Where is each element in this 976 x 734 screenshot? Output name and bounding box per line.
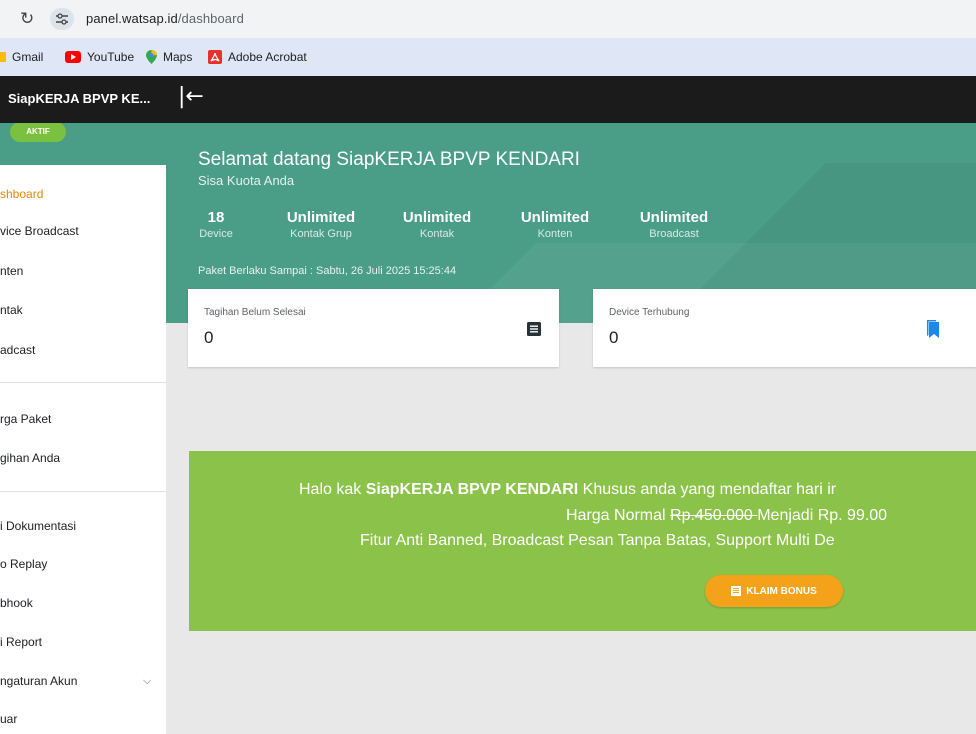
promo-text: Halo kak <box>299 481 366 498</box>
quota-label: Sisa Kuota Anda <box>198 173 295 188</box>
card-title: Device Terhubung <box>609 307 690 318</box>
sidebar-item-device-broadcast[interactable]: vice Broadcast <box>0 221 79 241</box>
bookmark-gmail[interactable]: Gmail <box>0 38 43 76</box>
sidebar-item-tagihan[interactable]: gihan Anda <box>0 448 60 468</box>
claim-bonus-label: KLAIM BONUS <box>746 585 817 597</box>
sidebar-item-report[interactable]: i Report <box>0 632 42 652</box>
promo-line-3: Fitur Anti Banned, Broadcast Pesan Tanpa… <box>360 532 835 549</box>
bookmark-adobe-acrobat[interactable]: Adobe Acrobat <box>208 38 307 76</box>
promo-banner: Halo kak SiapKERJA BPVP KENDARI Khusus a… <box>189 451 976 631</box>
app-topbar: SiapKERJA BPVP KE... |← <box>0 76 976 123</box>
maps-icon <box>146 50 157 64</box>
card-value: 0 <box>204 328 214 347</box>
gmail-icon <box>0 52 6 62</box>
bookmark-label: YouTube <box>87 50 135 64</box>
sidebar: AKTIF shboard vice Broadcast nten ntak a… <box>0 123 166 734</box>
site-info-icon[interactable] <box>50 8 74 30</box>
bookmarks-bar: Gmail YouTube Maps Adobe Acrobat <box>0 38 976 76</box>
stat-label: Konten <box>537 228 573 240</box>
stat-broadcast: Unlimited Broadcast <box>632 209 716 240</box>
youtube-icon <box>65 51 81 63</box>
stat-value: Unlimited <box>402 209 472 226</box>
list-icon <box>731 586 742 596</box>
sidebar-divider <box>0 382 166 383</box>
stat-label: Broadcast <box>649 228 699 240</box>
card-tagihan: Tagihan Belum Selesai 0 <box>188 289 559 367</box>
sidebar-item-webhook[interactable]: bhook <box>0 593 33 613</box>
sidebar-item-kontak[interactable]: ntak <box>0 300 23 320</box>
sidebar-item-konten[interactable]: nten <box>0 261 23 281</box>
url-host: panel.watsap.id <box>86 11 178 26</box>
document-list-icon <box>527 322 541 336</box>
chevron-down-icon[interactable]: ⌵ <box>143 675 151 688</box>
card-value: 0 <box>609 328 619 347</box>
promo-line-1: Halo kak SiapKERJA BPVP KENDARI Khusus a… <box>299 481 836 499</box>
sidebar-item-auto-replay[interactable]: o Replay <box>0 554 47 574</box>
stat-label: Device <box>199 228 233 240</box>
collapse-sidebar-icon[interactable]: |← <box>178 84 204 109</box>
card-device-terhubung: Device Terhubung 0 <box>593 289 976 367</box>
acrobat-icon <box>208 50 222 64</box>
stat-kontak-grup: Unlimited Kontak Grup <box>276 209 366 240</box>
bookmark-label: Adobe Acrobat <box>228 50 307 64</box>
promo-text: Khusus anda yang mendaftar hari ir <box>578 481 837 498</box>
bookmark-label: Maps <box>163 50 193 64</box>
stat-kontak: Unlimited Kontak <box>395 209 479 240</box>
stat-value: Unlimited <box>639 209 709 226</box>
sidebar-divider <box>0 491 166 492</box>
promo-line-2: Harga Normal Rp.450.000 Menjadi Rp. 99.0… <box>566 507 887 525</box>
bookmark-youtube[interactable]: YouTube <box>65 38 134 76</box>
claim-bonus-button[interactable]: KLAIM BONUS <box>705 575 843 607</box>
bookmark-label: Gmail <box>12 50 44 64</box>
sidebar-item-broadcast[interactable]: adcast <box>0 340 35 360</box>
url-path: /dashboard <box>177 11 244 26</box>
stat-value: 18 <box>207 209 225 226</box>
promo-text: Harga Normal <box>566 507 671 524</box>
stat-value: Unlimited <box>286 209 356 226</box>
promo-account-name: SiapKERJA BPVP KENDARI <box>365 481 579 498</box>
stat-device: 18 Device <box>196 209 236 240</box>
sidebar-item-keluar[interactable]: uar <box>0 709 17 729</box>
stat-label: Kontak Grup <box>290 228 352 240</box>
reload-icon[interactable]: ↻ <box>20 9 34 29</box>
stat-value: Unlimited <box>520 209 590 226</box>
promo-normal-price: Rp.450.000 <box>670 507 758 524</box>
sidebar-item-dokumentasi[interactable]: i Dokumentasi <box>0 516 76 536</box>
stat-konten: Unlimited Konten <box>513 209 597 240</box>
card-title: Tagihan Belum Selesai <box>204 307 306 318</box>
browser-address-bar: ↻ panel.watsap.id/dashboard <box>0 0 976 38</box>
status-badge: AKTIF <box>10 123 66 142</box>
sidebar-item-harga-paket[interactable]: rga Paket <box>0 409 51 429</box>
bookmark-icon <box>927 320 939 338</box>
promo-text: Menjadi Rp. 99.00 <box>757 507 888 524</box>
sidebar-item-pengaturan-akun[interactable]: ngaturan Akun <box>0 671 77 691</box>
stat-label: Kontak <box>419 228 455 240</box>
package-expiry: Paket Berlaku Sampai : Sabtu, 26 Juli 20… <box>198 265 457 277</box>
url-text[interactable]: panel.watsap.id/dashboard <box>86 11 244 26</box>
welcome-title: Selamat datang SiapKERJA BPVP KENDARI <box>198 149 580 170</box>
sidebar-title: SiapKERJA BPVP KE... <box>8 91 151 106</box>
sidebar-item-dashboard[interactable]: shboard <box>0 184 43 204</box>
bookmark-maps[interactable]: Maps <box>146 38 192 76</box>
